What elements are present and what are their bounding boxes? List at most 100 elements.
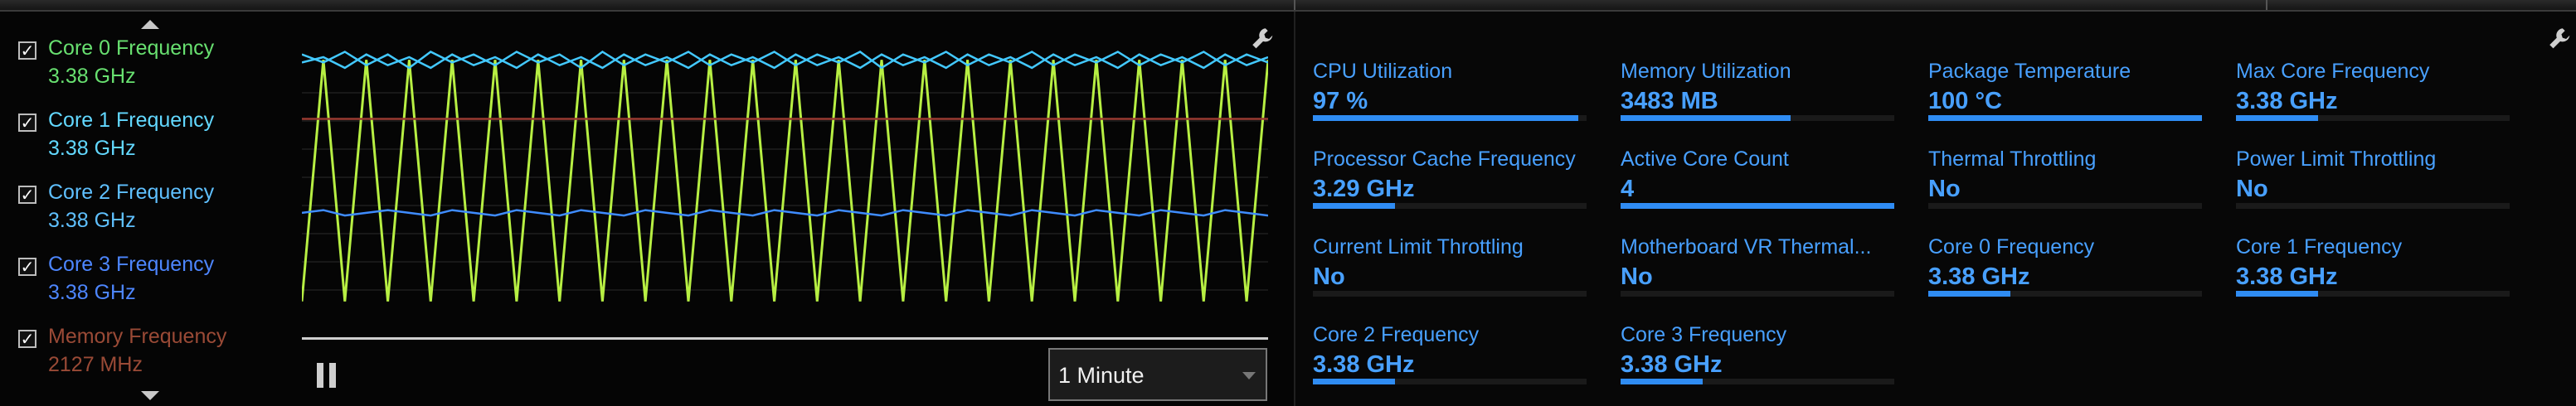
sensor-label: Core 1 Frequency — [48, 109, 215, 132]
metric-bar-fill — [1313, 379, 1395, 384]
metric-title: Core 0 Frequency — [1928, 235, 2095, 259]
metric-value: 100 °C — [1928, 88, 2002, 114]
metric-value: 3.38 GHz — [1928, 263, 2030, 290]
metric-title: Memory Utilization — [1621, 60, 1791, 83]
metric-title: Core 3 Frequency — [1621, 323, 1787, 346]
window-top-bar — [0, 0, 2576, 12]
metric-value: 3.38 GHz — [1621, 351, 1723, 378]
sensor-core-0[interactable]: ✓ Core 0 Frequency 3.38 GHz — [18, 36, 267, 94]
metric-title: CPU Utilization — [1313, 60, 1453, 83]
top-bar-divider — [0, 0, 1295, 10]
metric-bar-fill — [2236, 115, 2318, 121]
metric-bar-fill — [1313, 115, 1579, 121]
metric-title: Current Limit Throttling — [1313, 235, 1524, 259]
sensor-label: Core 0 Frequency — [48, 36, 215, 60]
metrics-panel: CPU Utilization 97 % Memory Utilization … — [1294, 12, 2576, 406]
metric-bar — [1313, 115, 1587, 121]
metric-title: Processor Cache Frequency — [1313, 147, 1576, 171]
metric-bar — [2236, 115, 2510, 121]
sensor-value: 3.38 GHz — [48, 65, 136, 88]
wrench-icon[interactable] — [1249, 25, 1277, 53]
metric-title: Active Core Count — [1621, 147, 1789, 171]
metric-bar-fill — [1928, 115, 2202, 121]
sensor-core-1[interactable]: ✓ Core 1 Frequency 3.38 GHz — [18, 109, 267, 167]
sensor-checkbox[interactable]: ✓ — [18, 41, 36, 60]
metric-core-1-frequency: Core 1 Frequency 3.38 GHz — [2236, 235, 2512, 308]
metric-title: Max Core Frequency — [2236, 60, 2430, 83]
metric-value: 3483 MB — [1621, 88, 1718, 114]
metric-bar-fill — [1621, 379, 1703, 384]
metric-bar — [1928, 115, 2202, 121]
metric-bar — [1621, 291, 1894, 297]
metric-current-limit-throttling: Current Limit Throttling No — [1313, 235, 1589, 308]
metric-memory-utilization: Memory Utilization 3483 MB — [1621, 60, 1897, 133]
timespan-dropdown[interactable]: 1 Minute — [1048, 348, 1267, 401]
metric-value: No — [1313, 263, 1345, 290]
metric-title: Power Limit Throttling — [2236, 147, 2437, 171]
frequency-graph-svg — [302, 50, 1268, 302]
series-line — [302, 60, 1268, 302]
metric-bar — [1313, 291, 1587, 297]
scroll-up-icon[interactable] — [141, 20, 159, 29]
metric-bar — [1621, 203, 1894, 209]
metric-cpu-utilization: CPU Utilization 97 % — [1313, 60, 1589, 133]
series-line — [302, 209, 1268, 217]
sensor-checkbox[interactable]: ✓ — [18, 186, 36, 204]
metric-bar — [1621, 115, 1894, 121]
sensor-checkbox[interactable]: ✓ — [18, 330, 36, 348]
metric-value: 3.38 GHz — [2236, 263, 2338, 290]
pause-icon — [329, 363, 336, 388]
metric-bar — [1928, 291, 2202, 297]
series-line — [302, 53, 1268, 70]
metric-core-2-frequency: Core 2 Frequency 3.38 GHz — [1313, 323, 1589, 396]
sensor-core-3[interactable]: ✓ Core 3 Frequency 3.38 GHz — [18, 253, 267, 311]
metric-motherboard-vr-thermal: Motherboard VR Thermal... No — [1621, 235, 1897, 308]
sensor-label: Core 3 Frequency — [48, 253, 215, 276]
metric-max-core-frequency: Max Core Frequency 3.38 GHz — [2236, 60, 2512, 133]
metric-value: No — [1928, 176, 1961, 202]
metric-bar-fill — [1928, 291, 2010, 297]
metric-processor-cache-frequency: Processor Cache Frequency 3.29 GHz — [1313, 147, 1589, 220]
metric-title: Thermal Throttling — [1928, 147, 2097, 171]
pause-button[interactable] — [315, 363, 340, 391]
metric-value: No — [2236, 176, 2268, 202]
sensor-value: 2127 MHz — [48, 353, 143, 376]
metric-bar — [2236, 291, 2510, 297]
metric-package-temperature: Package Temperature 100 °C — [1928, 60, 2204, 133]
pause-icon — [317, 363, 323, 388]
metric-core-0-frequency: Core 0 Frequency 3.38 GHz — [1928, 235, 2204, 308]
timespan-value: 1 Minute — [1058, 363, 1145, 388]
sensor-core-2[interactable]: ✓ Core 2 Frequency 3.38 GHz — [18, 181, 267, 239]
metric-bar — [1313, 379, 1587, 384]
metric-bar-fill — [1621, 115, 1791, 121]
sensor-memory[interactable]: ✓ Memory Frequency 2127 MHz — [18, 325, 267, 383]
metric-value: 3.29 GHz — [1313, 176, 1415, 202]
sensor-value: 3.38 GHz — [48, 137, 136, 160]
sensor-label: Memory Frequency — [48, 325, 227, 348]
frequency-graph — [302, 43, 1268, 320]
metric-title: Core 2 Frequency — [1313, 323, 1480, 346]
metric-title: Motherboard VR Thermal... — [1621, 235, 1872, 259]
metric-bar — [2236, 203, 2510, 209]
chevron-down-icon — [1242, 372, 1256, 379]
metric-value: 97 % — [1313, 88, 1368, 114]
metric-power-limit-throttling: Power Limit Throttling No — [2236, 147, 2512, 220]
sensor-value: 3.38 GHz — [48, 281, 136, 304]
metric-bar-fill — [1313, 203, 1395, 209]
metric-value: 3.38 GHz — [2236, 88, 2338, 114]
metric-value: No — [1621, 263, 1653, 290]
sensor-label: Core 2 Frequency — [48, 181, 215, 204]
sensor-checkbox[interactable]: ✓ — [18, 258, 36, 276]
metric-active-core-count: Active Core Count 4 — [1621, 147, 1897, 220]
metric-thermal-throttling: Thermal Throttling No — [1928, 147, 2204, 220]
scroll-down-icon[interactable] — [141, 391, 159, 400]
metric-value: 3.38 GHz — [1313, 351, 1415, 378]
metric-bar — [1621, 379, 1894, 384]
metric-title: Package Temperature — [1928, 60, 2131, 83]
wrench-icon[interactable] — [2546, 25, 2574, 53]
sensor-value: 3.38 GHz — [48, 209, 136, 232]
metric-bar — [1313, 203, 1587, 209]
metric-value: 4 — [1621, 176, 1635, 202]
sensor-checkbox[interactable]: ✓ — [18, 114, 36, 132]
graph-baseline — [302, 337, 1268, 340]
